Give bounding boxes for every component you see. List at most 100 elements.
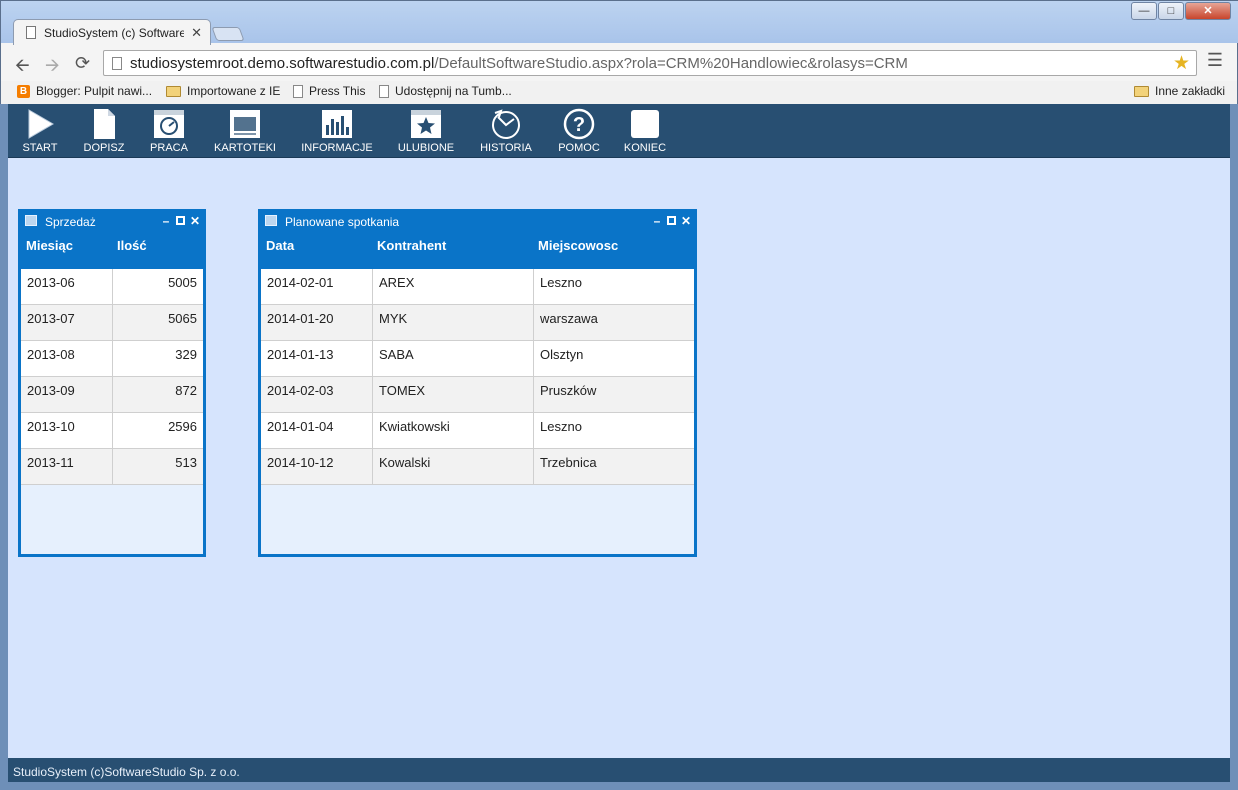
- page-icon: [112, 57, 122, 70]
- new-tab-button[interactable]: [211, 27, 245, 41]
- table-row[interactable]: 2013-07 5065: [21, 305, 203, 341]
- main-menu-bar: START DOPISZ PRACA KARTOTEKI INFORMACJE …: [8, 104, 1230, 158]
- cell-contractor: Kwiatkowski: [372, 413, 533, 449]
- minimize-window-button[interactable]: —: [1131, 2, 1157, 20]
- cell-contractor: AREX: [372, 269, 533, 305]
- menu-kartoteki[interactable]: KARTOTEKI: [210, 108, 280, 154]
- forward-arrow-icon[interactable]: 🡪: [45, 53, 60, 83]
- url-text: studiosystemroot.demo.softwarestudio.com…: [130, 55, 908, 72]
- footer-status-bar: StudioSystem (c)SoftwareStudio Sp. z o.o…: [8, 758, 1230, 782]
- bookmark-star-icon[interactable]: ★: [1173, 52, 1190, 75]
- sales-table-body: 2013-06 5005 2013-07 5065 2013-08 329 2013-09 8…: [21, 269, 203, 485]
- folder-icon: [166, 85, 181, 97]
- restore-window-button[interactable]: □: [1158, 2, 1184, 20]
- table-row[interactable]: 2014-10-12 Kowalski Trzebnica: [261, 449, 694, 485]
- meetings-table-header: Data Kontrahent Miejscowosc: [261, 232, 694, 269]
- close-icon[interactable]: ✕: [189, 214, 201, 228]
- bookmark-press-this[interactable]: Press This: [293, 84, 365, 98]
- maximize-icon[interactable]: [667, 216, 676, 225]
- table-row[interactable]: 2014-01-04 Kwiatkowski Leszno: [261, 413, 694, 449]
- meetings-panel-title: Planowane spotkania: [285, 215, 400, 229]
- address-bar[interactable]: studiosystemroot.demo.softwarestudio.com…: [103, 50, 1197, 76]
- sales-panel-title: Sprzedaż: [45, 215, 96, 229]
- close-icon[interactable]: ✕: [680, 214, 692, 228]
- sales-panel: Sprzedaż – ✕ Miesiąc Ilość 2013-06 5005 20…: [18, 209, 206, 557]
- column-header-month[interactable]: Miesiąc: [26, 238, 73, 253]
- bar-chart-icon: [322, 110, 352, 138]
- cell-city: Olsztyn: [533, 341, 694, 377]
- panel-controls: – ✕: [160, 214, 201, 228]
- column-header-quantity[interactable]: Ilość: [117, 238, 147, 253]
- close-window-button[interactable]: ✕: [1185, 2, 1231, 20]
- minimize-icon[interactable]: –: [160, 214, 172, 228]
- meetings-table-body: 2014-02-01 AREX Leszno 2014-01-20 MYK warszaw…: [261, 269, 694, 485]
- menu-ulubione[interactable]: ULUBIONE: [394, 108, 458, 154]
- table-row[interactable]: 2014-01-20 MYK warszawa: [261, 305, 694, 341]
- sales-panel-titlebar[interactable]: Sprzedaż – ✕: [21, 212, 203, 232]
- table-row[interactable]: 2013-09 872: [21, 377, 203, 413]
- reload-icon[interactable]: ⟳: [75, 53, 90, 74]
- window-controls: — □ ✕: [1130, 2, 1231, 20]
- minimize-icon[interactable]: –: [651, 214, 663, 228]
- cell-month: 2013-10: [27, 419, 75, 434]
- cell-city: Leszno: [533, 413, 694, 449]
- table-row[interactable]: 2014-02-01 AREX Leszno: [261, 269, 694, 305]
- menu-historia[interactable]: HISTORIA: [474, 108, 538, 154]
- column-header-contractor[interactable]: Kontrahent: [377, 238, 446, 253]
- footer-copyright: StudioSystem (c)SoftwareStudio Sp. z o.o…: [13, 765, 240, 779]
- cell-date: 2014-01-04: [267, 419, 334, 434]
- play-icon: [28, 109, 54, 139]
- menu-pomoc[interactable]: ? POMOC: [554, 108, 604, 154]
- table-row[interactable]: 2013-11 513: [21, 449, 203, 485]
- page-icon: [293, 84, 303, 98]
- bookmark-tumblr[interactable]: Udostępnij na Tumb...: [379, 84, 512, 98]
- bookmarks-bar: B Blogger: Pulpit nawi... Importowane z …: [1, 81, 1237, 104]
- cell-date: 2014-02-01: [267, 275, 334, 290]
- work-dashboard-icon: [154, 110, 184, 138]
- cell-date: 2014-01-13: [267, 347, 334, 362]
- cell-quantity: 2596: [112, 413, 203, 449]
- cell-contractor: Kowalski: [372, 449, 533, 485]
- table-row[interactable]: 2013-08 329: [21, 341, 203, 377]
- tab-title: StudioSystem (c) Software: [44, 26, 184, 40]
- table-row[interactable]: 2013-06 5005: [21, 269, 203, 305]
- menu-informacje[interactable]: INFORMACJE: [300, 108, 374, 154]
- browser-tab[interactable]: StudioSystem (c) Software ✕: [13, 19, 211, 45]
- cell-quantity: 5005: [112, 269, 203, 305]
- cell-city: warszawa: [533, 305, 694, 341]
- history-icon: [492, 109, 520, 139]
- sales-table-header: Miesiąc Ilość: [21, 232, 203, 269]
- svg-text:?: ?: [573, 114, 585, 136]
- column-header-date[interactable]: Data: [266, 238, 294, 253]
- back-arrow-icon[interactable]: 🡨: [15, 53, 30, 83]
- bookmark-blogger[interactable]: B Blogger: Pulpit nawi...: [17, 84, 152, 98]
- cell-quantity: 5065: [112, 305, 203, 341]
- meetings-panel: Planowane spotkania – ✕ Data Kontrahent …: [258, 209, 697, 557]
- page-icon: [26, 26, 36, 39]
- close-tab-icon[interactable]: ✕: [191, 25, 202, 41]
- menu-start[interactable]: START: [20, 108, 60, 154]
- help-icon: ?: [563, 108, 595, 140]
- maximize-icon[interactable]: [176, 216, 185, 225]
- cell-month: 2013-11: [27, 455, 74, 470]
- table-row[interactable]: 2014-01-13 SABA Olsztyn: [261, 341, 694, 377]
- cell-contractor: TOMEX: [372, 377, 533, 413]
- blogger-icon: B: [17, 84, 30, 98]
- cell-city: Trzebnica: [533, 449, 694, 485]
- bookmark-importowane[interactable]: Importowane z IE: [166, 84, 280, 98]
- new-document-icon: [94, 109, 115, 139]
- column-header-city[interactable]: Miejscowosc: [538, 238, 618, 253]
- chrome-menu-icon[interactable]: ☰: [1207, 50, 1223, 71]
- cell-date: 2014-02-03: [267, 383, 334, 398]
- meetings-panel-titlebar[interactable]: Planowane spotkania – ✕: [261, 212, 694, 232]
- menu-praca[interactable]: PRACA: [148, 108, 190, 154]
- table-row[interactable]: 2013-10 2596: [21, 413, 203, 449]
- table-row[interactable]: 2014-02-03 TOMEX Pruszków: [261, 377, 694, 413]
- menu-dopisz[interactable]: DOPISZ: [80, 108, 128, 154]
- menu-koniec[interactable]: KONIEC: [620, 108, 670, 154]
- star-icon: [411, 110, 441, 138]
- browser-toolbar: 🡨 🡪 ⟳ studiosystemroot.demo.softwarestud…: [1, 45, 1237, 81]
- other-bookmarks[interactable]: Inne zakładki: [1134, 84, 1225, 98]
- cell-month: 2013-07: [27, 311, 75, 326]
- cell-date: 2014-10-12: [267, 455, 334, 470]
